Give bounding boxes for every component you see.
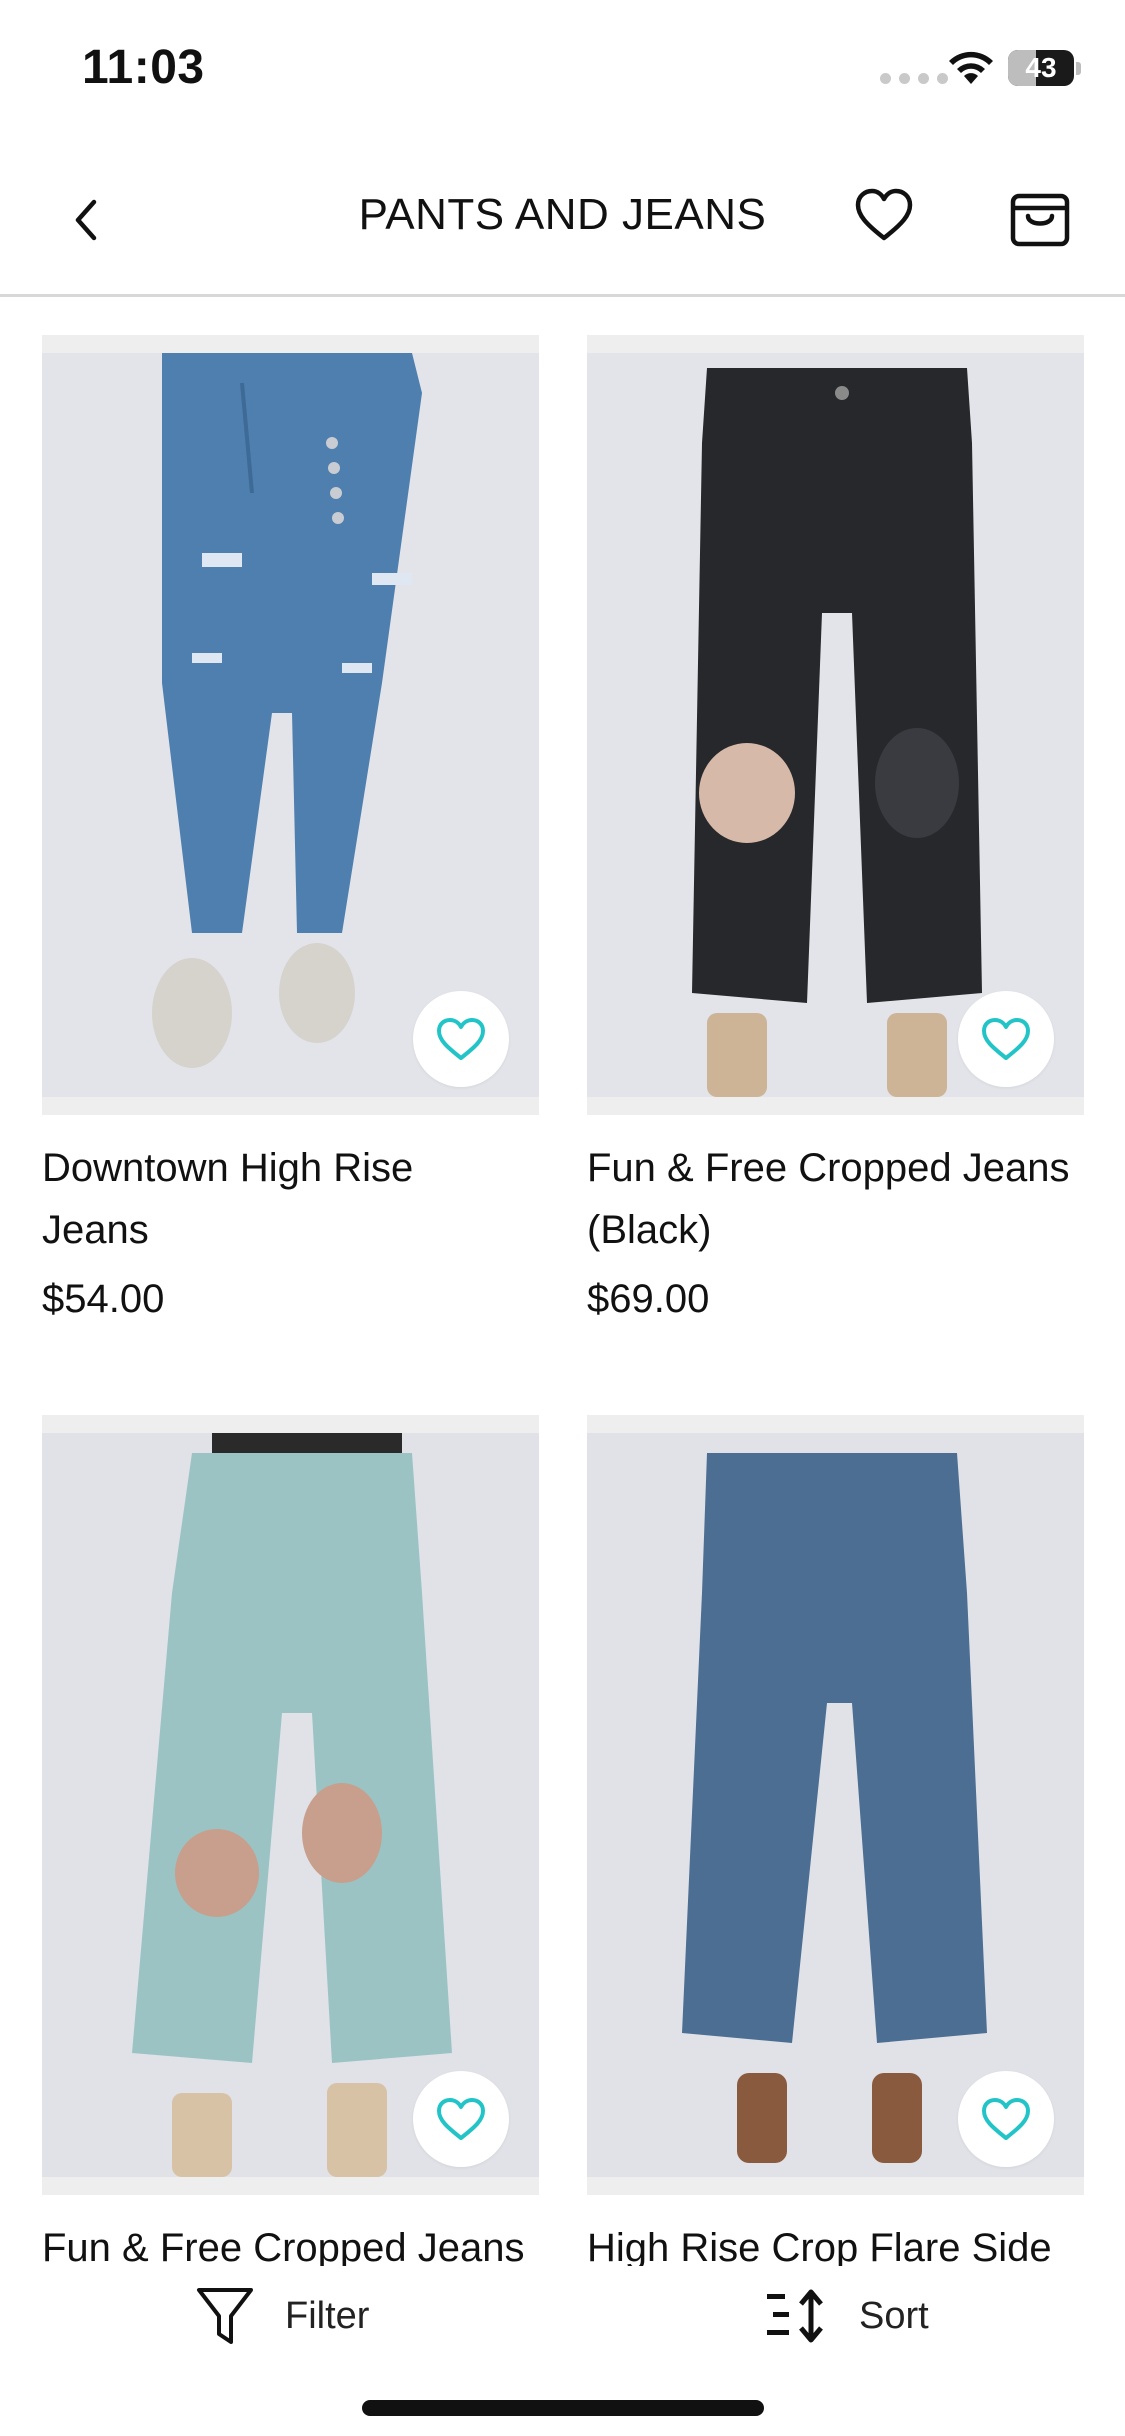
battery-level-text: 43: [1025, 52, 1057, 83]
heart-icon: [982, 1018, 1030, 1060]
filter-label: Filter: [285, 2294, 370, 2337]
favorites-button[interactable]: [852, 184, 916, 248]
sort-button[interactable]: Sort: [765, 2276, 929, 2356]
product-card[interactable]: High Rise Crop Flare Side: [587, 1415, 1084, 2279]
jeans-illustration: [42, 1433, 539, 2177]
wishlist-button[interactable]: [958, 991, 1054, 1087]
heart-icon: [437, 1018, 485, 1060]
shopping-bag-button[interactable]: [1005, 180, 1075, 250]
bottom-action-bar: Filter Sort: [0, 2266, 1125, 2436]
shopping-bag-icon: [1010, 193, 1070, 247]
status-time: 11:03: [82, 41, 205, 94]
battery-icon: 43: [1008, 50, 1074, 86]
heart-icon: [437, 2098, 485, 2140]
sort-label: Sort: [859, 2294, 929, 2337]
top-navigation-bar: PANTS AND JEANS: [0, 140, 1125, 297]
product-name[interactable]: Fun & Free Cropped Jeans (Black): [587, 1137, 1084, 1261]
product-photo: [587, 353, 1084, 1097]
product-card[interactable]: Downtown High Rise Jeans $54.00: [42, 335, 539, 1327]
jeans-illustration: [587, 353, 1084, 1097]
wishlist-button[interactable]: [958, 2071, 1054, 2167]
cellular-signal-icon: [880, 73, 948, 84]
product-price: $69.00: [587, 1277, 710, 1321]
product-photo: [42, 1433, 539, 2177]
home-indicator: [362, 2400, 764, 2416]
product-image[interactable]: [587, 335, 1084, 1115]
page-title: PANTS AND JEANS: [358, 190, 767, 239]
jeans-illustration: [587, 1433, 1084, 2177]
wishlist-button[interactable]: [413, 2071, 509, 2167]
battery-cap: [1076, 62, 1081, 75]
product-name[interactable]: Downtown High Rise Jeans: [42, 1137, 539, 1261]
product-image[interactable]: [587, 1415, 1084, 2195]
filter-icon: [197, 2288, 253, 2344]
product-photo: [587, 1433, 1084, 2177]
wifi-icon: [949, 51, 993, 84]
product-photo: [42, 353, 539, 1097]
product-image[interactable]: [42, 335, 539, 1115]
heart-icon: [855, 188, 913, 241]
sort-icon: [767, 2289, 823, 2343]
product-price: $54.00: [42, 1277, 165, 1321]
product-image[interactable]: [42, 1415, 539, 2195]
jeans-illustration: [42, 353, 539, 1097]
product-card[interactable]: Fun & Free Cropped Jeans: [42, 1415, 539, 2279]
heart-icon: [982, 2098, 1030, 2140]
filter-button[interactable]: Filter: [195, 2276, 369, 2356]
wishlist-button[interactable]: [413, 991, 509, 1087]
status-bar: 11:03 43: [0, 0, 1125, 140]
product-card[interactable]: Fun & Free Cropped Jeans (Black) $69.00: [587, 335, 1084, 1327]
